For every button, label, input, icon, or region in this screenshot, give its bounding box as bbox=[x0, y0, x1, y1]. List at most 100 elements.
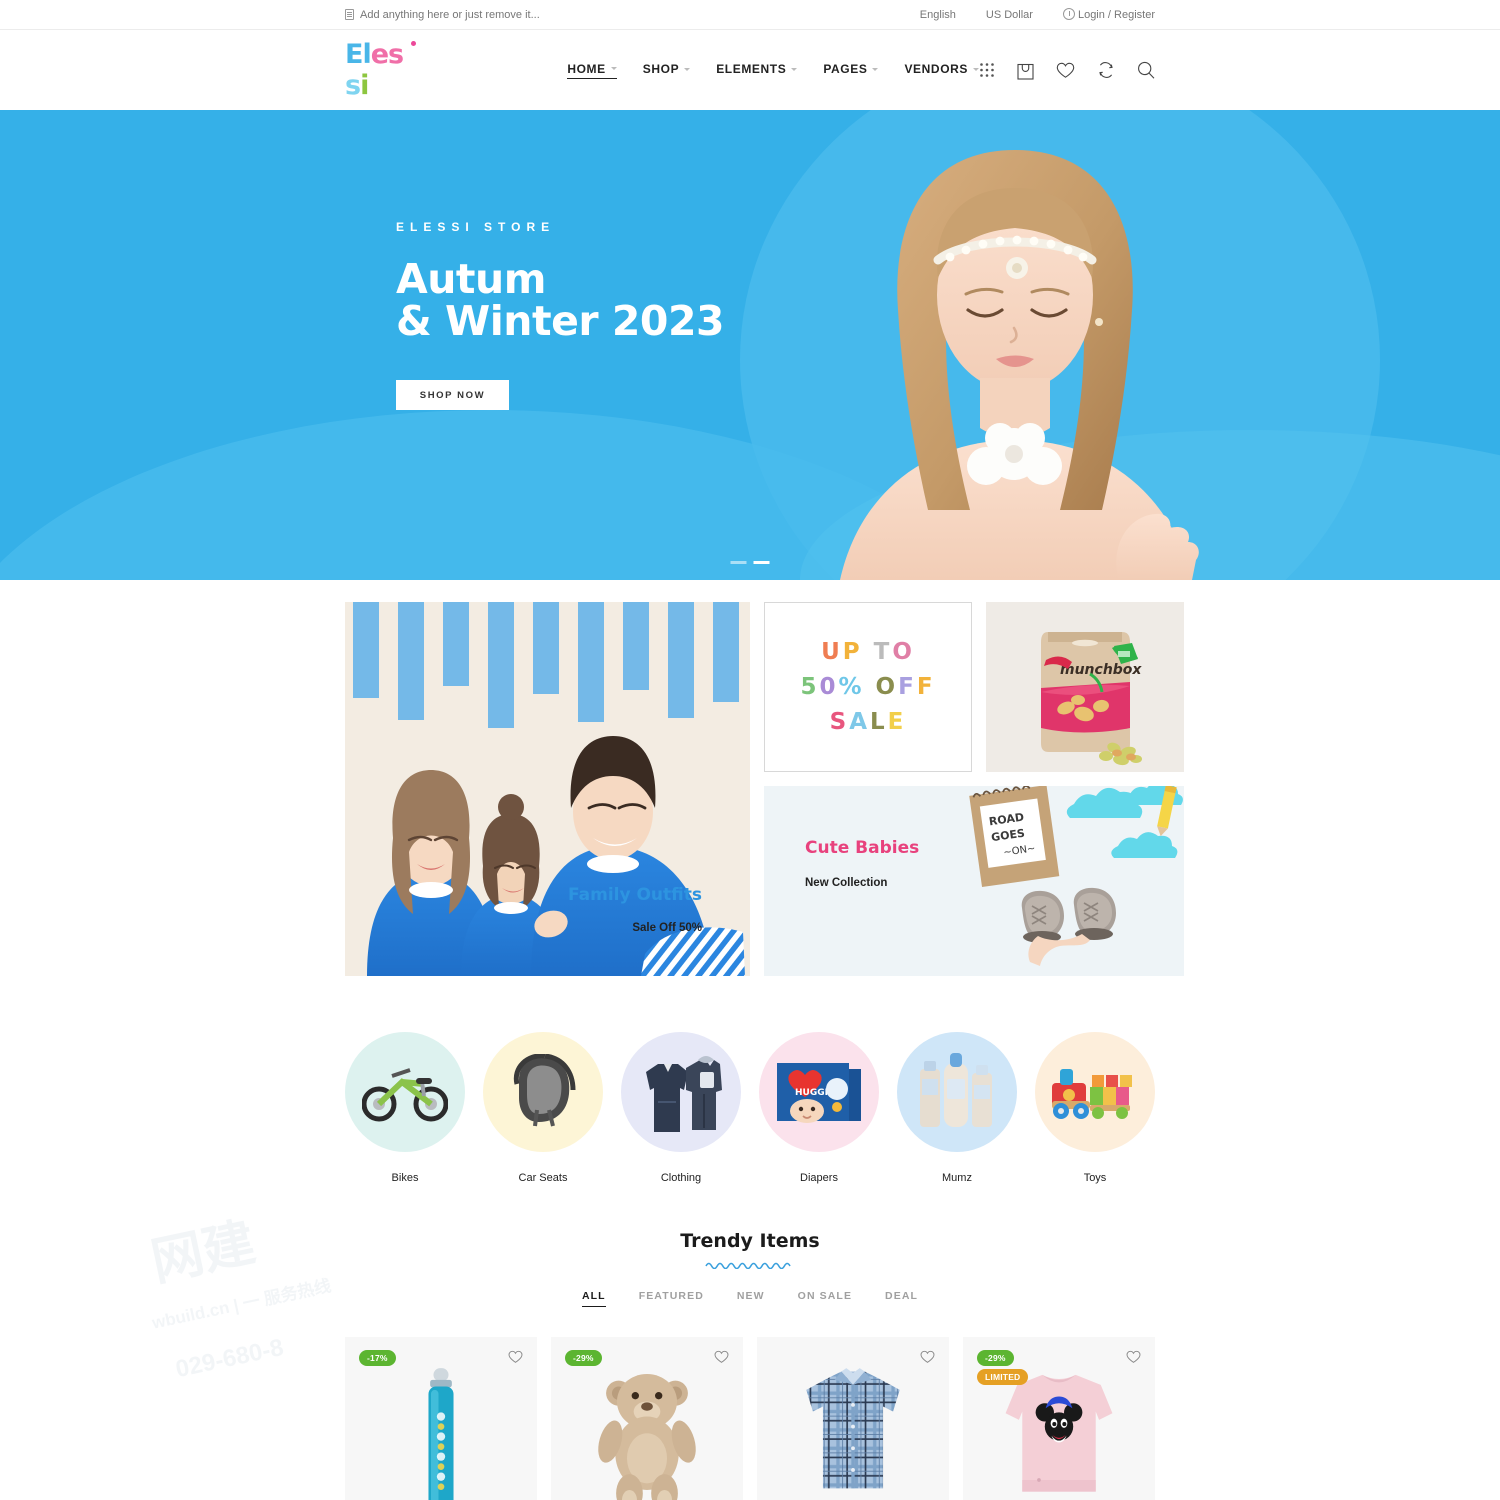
chevron-down-icon bbox=[684, 67, 691, 71]
top-bar-notice: Add anything here or just remove it... bbox=[345, 9, 920, 21]
logo-letter-3: s bbox=[388, 39, 404, 70]
chevron-down-icon bbox=[791, 67, 798, 71]
category-item-diapers[interactable]: HUGGIES Diapers bbox=[759, 1032, 879, 1184]
wishlist-heart-icon[interactable] bbox=[1126, 1350, 1141, 1369]
section-title-underline bbox=[705, 1262, 791, 1269]
tab-new[interactable]: NEW bbox=[737, 1290, 765, 1307]
car-seat-icon bbox=[483, 1032, 603, 1152]
logo-letter-1: l bbox=[362, 39, 371, 70]
logo-letter-5: i bbox=[360, 70, 369, 101]
nav-item-vendors[interactable]: VENDORS bbox=[904, 62, 979, 79]
banner-munchbox[interactable]: munchbox bbox=[986, 602, 1184, 772]
nav-item-elements[interactable]: ELEMENTS bbox=[716, 62, 798, 79]
site-header: Elessi HOME SHOP ELEMENTS PAGES VENDORS bbox=[0, 30, 1500, 110]
language-selector[interactable]: English bbox=[920, 9, 956, 21]
category-item-toys[interactable]: Toys bbox=[1035, 1032, 1155, 1184]
chevron-down-icon bbox=[610, 67, 617, 70]
product-card[interactable]: -17% bbox=[345, 1337, 537, 1500]
hero-slider: ELESSI STORE Autum & Winter 2023 SHOP NO… bbox=[0, 110, 1500, 580]
site-logo[interactable]: Elessi bbox=[345, 39, 417, 101]
logo-letter-4: s bbox=[345, 70, 361, 101]
chevron-down-icon bbox=[872, 67, 879, 71]
search-icon[interactable] bbox=[1137, 61, 1155, 79]
nav-item-label: PAGES bbox=[823, 62, 868, 76]
sale-letter: L bbox=[870, 709, 888, 735]
toy-train-icon bbox=[1035, 1032, 1155, 1152]
top-bar-notice-text: Add anything here or just remove it... bbox=[360, 8, 540, 21]
hero-shop-now-button[interactable]: SHOP NOW bbox=[396, 380, 509, 411]
limited-badge: LIMITED bbox=[977, 1369, 1029, 1385]
banner-cute-babies[interactable]: ROAD GOES ~ON~ Cute Babies New Collectio… bbox=[764, 786, 1184, 976]
banner-sale[interactable]: UP TO 50% OFF SALE bbox=[764, 602, 972, 772]
login-register-label: Login / Register bbox=[1077, 9, 1155, 21]
sale-letter: F bbox=[898, 674, 917, 700]
category-list: Bikes Car Seats Clothing HUGGIES Diapers… bbox=[0, 976, 1500, 1184]
sale-letter: S bbox=[829, 709, 850, 735]
tab-on-sale[interactable]: ON SALE bbox=[798, 1290, 852, 1307]
hero-slider-pagination bbox=[730, 561, 770, 564]
lotion-bottles-icon bbox=[897, 1032, 1017, 1152]
category-label: Mumz bbox=[942, 1172, 972, 1184]
hero-slider-dot-1[interactable] bbox=[730, 561, 747, 564]
category-label: Bikes bbox=[391, 1172, 419, 1184]
logo-dot bbox=[411, 41, 417, 46]
sale-letter: 0 bbox=[819, 674, 839, 700]
tab-featured[interactable]: FEATURED bbox=[639, 1290, 704, 1307]
category-item-mumz[interactable]: Mumz bbox=[897, 1032, 1017, 1184]
grid-menu-icon[interactable] bbox=[979, 62, 995, 78]
compare-icon[interactable] bbox=[1097, 61, 1115, 79]
product-card[interactable]: -29% LIMITED bbox=[963, 1337, 1155, 1500]
svg-text:munchbox: munchbox bbox=[1060, 662, 1142, 678]
munchbox-product-image: munchbox bbox=[1041, 632, 1142, 766]
wishlist-heart-icon[interactable] bbox=[714, 1350, 729, 1369]
product-card[interactable] bbox=[757, 1337, 949, 1500]
category-item-bikes[interactable]: Bikes bbox=[345, 1032, 465, 1184]
product-card[interactable]: -29% bbox=[551, 1337, 743, 1500]
banner-family-outfits[interactable]: Family Outfits Sale Off 50% bbox=[345, 602, 750, 976]
nav-item-home[interactable]: HOME bbox=[567, 61, 617, 79]
category-item-clothing[interactable]: Clothing bbox=[621, 1032, 741, 1184]
hero-model-image bbox=[840, 150, 1199, 580]
wishlist-heart-icon[interactable] bbox=[920, 1350, 935, 1369]
banner-sale-line-3: SALE bbox=[830, 709, 907, 735]
discount-badge: -29% bbox=[565, 1350, 602, 1366]
top-bar-links: English US Dollar Login / Register bbox=[920, 8, 1155, 21]
banner-family-subtitle: Sale Off 50% bbox=[632, 922, 702, 934]
discount-badge: -29% bbox=[977, 1350, 1014, 1366]
promo-banners: Family Outfits Sale Off 50% UP TO 50% OF… bbox=[0, 580, 1500, 976]
currency-selector[interactable]: US Dollar bbox=[986, 9, 1033, 21]
banner-cute-subtitle: New Collection bbox=[805, 877, 888, 889]
wishlist-heart-icon[interactable] bbox=[1056, 62, 1075, 79]
hero-title-line-2: & Winter 2023 bbox=[396, 297, 725, 346]
top-bar: Add anything here or just remove it... E… bbox=[0, 0, 1500, 30]
category-label: Toys bbox=[1083, 1172, 1107, 1184]
category-label: Car Seats bbox=[518, 1172, 568, 1184]
login-register-link[interactable]: Login / Register bbox=[1062, 8, 1155, 21]
sale-letter bbox=[865, 674, 876, 700]
logo-letter-2: e bbox=[370, 39, 389, 70]
banner-cute-text: Cute Babies New Collection bbox=[805, 838, 919, 889]
logo-letter-0: E bbox=[345, 39, 363, 70]
hero-title-line-1: Autum bbox=[396, 255, 546, 303]
tab-deal[interactable]: DEAL bbox=[885, 1290, 918, 1307]
sale-letter: A bbox=[849, 709, 870, 735]
hero-title: Autum & Winter 2023 bbox=[396, 255, 725, 346]
trendy-items-tabs: ALL FEATURED NEW ON SALE DEAL bbox=[0, 1290, 1500, 1307]
category-item-car-seats[interactable]: Car Seats bbox=[483, 1032, 603, 1184]
hero-slider-dot-2[interactable] bbox=[753, 561, 770, 564]
sale-letter: E bbox=[887, 709, 907, 735]
shopping-bag-icon[interactable] bbox=[1017, 61, 1034, 80]
main-navigation: HOME SHOP ELEMENTS PAGES VENDORS bbox=[567, 62, 979, 79]
sale-letter: P bbox=[842, 639, 863, 665]
wishlist-heart-icon[interactable] bbox=[508, 1350, 523, 1369]
nav-item-label: HOME bbox=[567, 61, 606, 76]
sale-letter: 5 bbox=[800, 674, 820, 700]
nav-item-shop[interactable]: SHOP bbox=[643, 62, 691, 79]
sale-letter: U bbox=[821, 639, 843, 665]
nav-item-label: VENDORS bbox=[904, 62, 968, 76]
nav-item-pages[interactable]: PAGES bbox=[823, 62, 879, 79]
tab-all[interactable]: ALL bbox=[581, 1290, 606, 1307]
hero-kicker: ELESSI STORE bbox=[396, 220, 556, 234]
sale-letter: F bbox=[916, 674, 936, 700]
banner-sale-line-2: 50% OFF bbox=[800, 674, 935, 700]
